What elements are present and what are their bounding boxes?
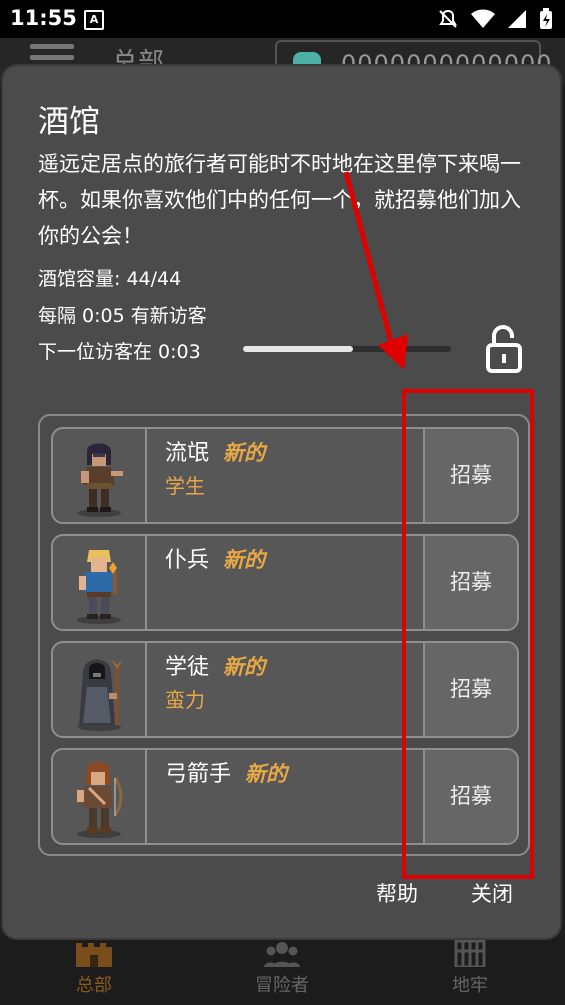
archer-portrait — [53, 750, 147, 843]
visitor-name: 流氓 新的 — [165, 441, 266, 466]
nav-headquarters[interactable]: 总部 — [0, 935, 188, 1005]
battery-icon — [539, 8, 553, 34]
new-badge: 新的 — [223, 548, 266, 572]
close-button[interactable]: 关闭 — [471, 878, 513, 908]
status-bar: 11:55 A — [0, 0, 565, 38]
nav-label: 总部 — [76, 975, 112, 996]
apprentice-portrait — [53, 643, 147, 736]
nav-label: 冒险者 — [255, 975, 309, 996]
menu-icon — [30, 44, 74, 71]
bottom-navigation: 总部 冒险者 地牢 — [0, 935, 565, 1005]
new-badge: 新的 — [223, 655, 266, 679]
signal-icon — [507, 9, 527, 33]
status-time: 11:55 — [10, 6, 77, 30]
visitor-trait: 学生 — [165, 474, 205, 498]
people-icon — [264, 939, 300, 967]
app-notification-icon: A — [84, 10, 104, 30]
footman-portrait — [53, 536, 147, 629]
new-badge: 新的 — [245, 762, 288, 786]
nav-adventurers[interactable]: 冒险者 — [188, 935, 376, 1005]
wifi-icon — [471, 9, 495, 33]
visitor-name: 弓箭手 新的 — [165, 762, 288, 787]
next-visitor-timer: 下一位访客在 0:03 — [38, 341, 201, 363]
tavern-capacity: 酒馆容量: 44/44 — [38, 268, 182, 290]
new-badge: 新的 — [223, 441, 266, 465]
castle-icon — [76, 939, 112, 967]
visitor-name: 学徒 新的 — [165, 655, 266, 680]
visitor-interval: 每隔 0:05 有新访客 — [38, 305, 207, 327]
visitor-trait: 蛮力 — [165, 688, 205, 712]
unlock-icon[interactable] — [485, 325, 525, 373]
visitor-progress-bar — [243, 346, 451, 352]
visitor-name: 仆兵 新的 — [165, 548, 266, 573]
help-button[interactable]: 帮助 — [376, 878, 418, 908]
dialog-title: 酒馆 — [38, 104, 100, 140]
nav-label: 地牢 — [452, 975, 488, 996]
rogue-portrait — [53, 429, 147, 522]
dialog-description: 遥远定居点的旅行者可能时不时地在这里停下来喝一杯。如果你喜欢他们中的任何一个，就… — [38, 152, 521, 248]
gate-icon — [452, 939, 488, 969]
silent-bell-icon — [437, 8, 459, 34]
recruit-column-highlight — [402, 389, 534, 879]
visitor-progress-fill — [243, 346, 354, 352]
nav-dungeon[interactable]: 地牢 — [376, 935, 564, 1005]
